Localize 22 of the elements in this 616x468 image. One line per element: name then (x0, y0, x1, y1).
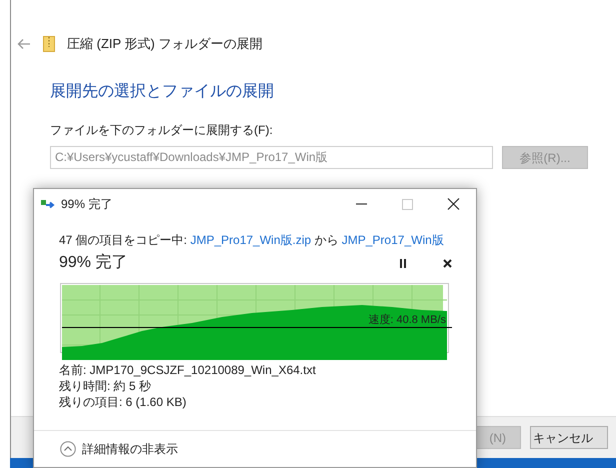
file-link[interactable]: JMP_Pro17_Win版 (342, 233, 444, 247)
path-field[interactable]: C:¥Users¥ycustaff¥Downloads¥JMP_Pro17_Win版 (50, 146, 493, 169)
details-toggle[interactable]: 詳細情報の非表示 (60, 440, 178, 458)
dialog-title: 99% 完了 (61, 196, 112, 213)
speed-label: 速度: 40.8 MB/s (368, 312, 446, 328)
pause-icon[interactable] (399, 258, 407, 268)
collapse-icon (60, 440, 76, 457)
page-heading: 展開先の選択とファイルの展開 (50, 82, 275, 102)
detail-text: 名前: JMP170_9CSJZF_10210089_Win_X64.txt (59, 362, 317, 378)
back-arrow-icon[interactable] (17, 38, 31, 50)
copy-icon (41, 199, 55, 209)
detail-text: 残り時間: 約 5 秒 (59, 378, 152, 394)
file-link[interactable]: JMP_Pro17_Win版.zip (190, 233, 312, 247)
detail-text: 残りの項目: 6 (1.60 KB) (59, 394, 188, 410)
window-title: 圧縮 (ZIP 形式) フォルダーの展開 (67, 35, 262, 54)
dialog-button[interactable]: キャンセル (530, 426, 608, 449)
copy-status-text: 47 個の項目をコピー中: JMP_Pro17_Win版.zip から JMP_Pro17_Win版 (59, 232, 445, 249)
zip-folder-icon (43, 36, 55, 52)
progress-percent: 99% 完了 (59, 252, 128, 273)
field-label: ファイルを下のフォルダーに展開する(F): (50, 122, 274, 139)
cancel-icon[interactable] (443, 258, 452, 268)
close-icon[interactable] (446, 198, 460, 210)
